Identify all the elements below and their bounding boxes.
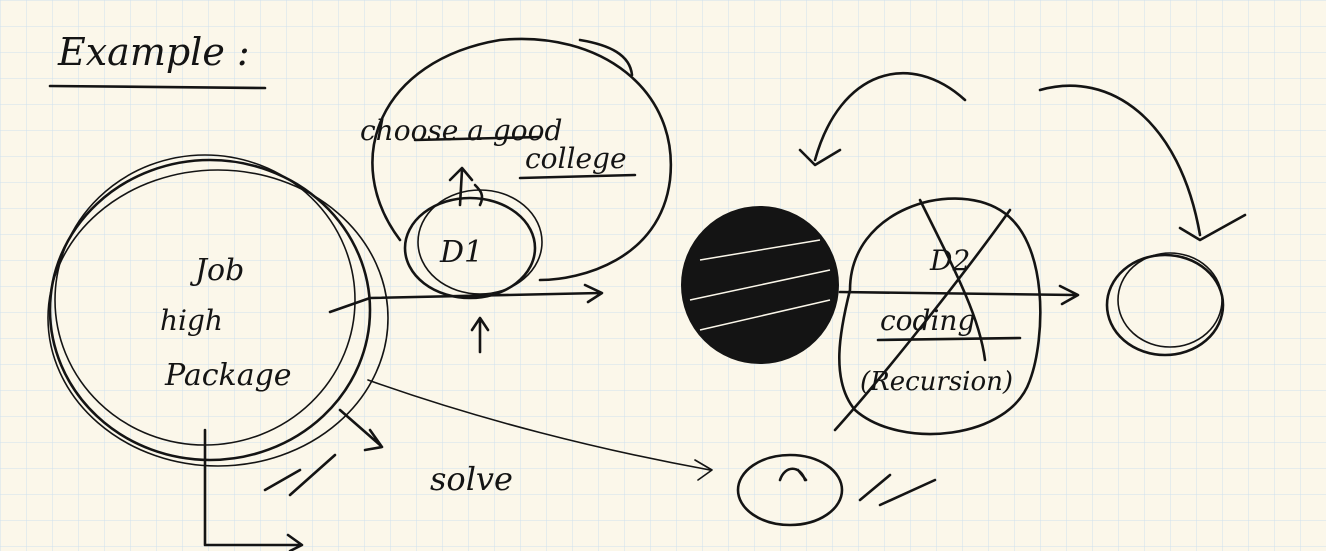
package-label: Package [164, 358, 292, 393]
goal-label-line2: college [525, 142, 627, 175]
high-label: high [160, 304, 223, 337]
filled-node [681, 206, 839, 364]
title-text: Example : [57, 30, 250, 74]
job-label: Job [189, 253, 244, 288]
d1-label: D1 [439, 235, 483, 270]
whiteboard-canvas: Example : Job high Package choose a good… [0, 0, 1326, 551]
recursion-label: (Recursion) [860, 367, 1013, 397]
solve-label: solve [430, 460, 513, 498]
